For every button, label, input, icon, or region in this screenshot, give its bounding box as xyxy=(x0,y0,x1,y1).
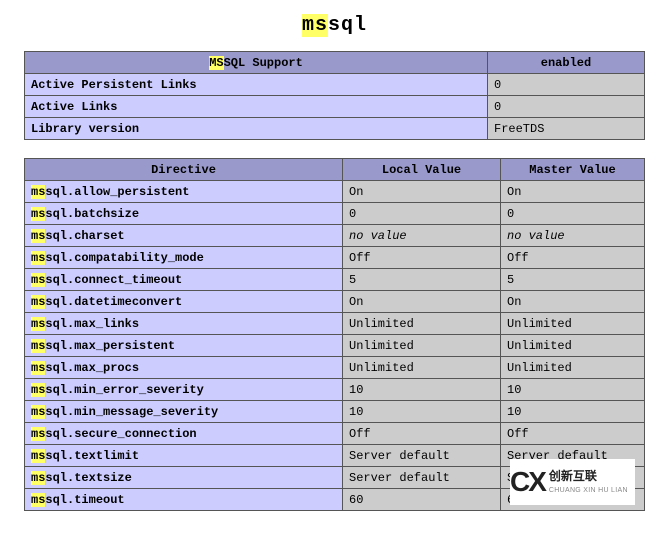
support-row-value: 0 xyxy=(488,74,645,96)
directive-master: 0 xyxy=(501,203,645,225)
directive-master: Off xyxy=(501,423,645,445)
directive-name: mssql.secure_connection xyxy=(25,423,343,445)
directive-local: 10 xyxy=(343,401,501,423)
directive-local: On xyxy=(343,291,501,313)
title-highlight: ms xyxy=(302,14,328,37)
directive-name: mssql.charset xyxy=(25,225,343,247)
logo-py: CHUANG XIN HU LIAN xyxy=(549,487,628,494)
directive-local: Off xyxy=(343,247,501,269)
directive-local: On xyxy=(343,181,501,203)
directive-local: 10 xyxy=(343,379,501,401)
directive-master: Unlimited xyxy=(501,313,645,335)
directives-header-local: Local Value xyxy=(343,159,501,181)
directive-local: 60 xyxy=(343,489,501,511)
directive-master: 5 xyxy=(501,269,645,291)
directive-local: Unlimited xyxy=(343,313,501,335)
support-row-label: Active Links xyxy=(25,96,488,118)
logo-cn: 创新互联 xyxy=(549,469,597,483)
directive-local: Unlimited xyxy=(343,335,501,357)
directive-master: Off xyxy=(501,247,645,269)
directive-master: 10 xyxy=(501,379,645,401)
directive-master: no value xyxy=(501,225,645,247)
support-row-value: 0 xyxy=(488,96,645,118)
directive-name: mssql.timeout xyxy=(25,489,343,511)
title-rest: sql xyxy=(328,14,367,37)
directive-master: 10 xyxy=(501,401,645,423)
directive-name: mssql.compatability_mode xyxy=(25,247,343,269)
directive-name: mssql.max_procs xyxy=(25,357,343,379)
logo-initials: CX xyxy=(510,468,545,496)
directive-local: 0 xyxy=(343,203,501,225)
directive-local: no value xyxy=(343,225,501,247)
directive-name: mssql.min_message_severity xyxy=(25,401,343,423)
support-row-value: FreeTDS xyxy=(488,118,645,140)
support-row-label: Active Persistent Links xyxy=(25,74,488,96)
directives-header-master: Master Value xyxy=(501,159,645,181)
directive-master: On xyxy=(501,291,645,313)
directive-name: mssql.allow_persistent xyxy=(25,181,343,203)
directive-name: mssql.textlimit xyxy=(25,445,343,467)
support-header-rest: SQL Support xyxy=(224,56,303,70)
directive-name: mssql.connect_timeout xyxy=(25,269,343,291)
directive-name: mssql.max_persistent xyxy=(25,335,343,357)
directive-name: mssql.batchsize xyxy=(25,203,343,225)
directive-master: Unlimited xyxy=(501,357,645,379)
support-header-highlight: MS xyxy=(209,56,223,70)
directive-local: Server default xyxy=(343,445,501,467)
directive-name: mssql.max_links xyxy=(25,313,343,335)
brand-logo: CX 创新互联 CHUANG XIN HU LIAN xyxy=(510,459,635,505)
directive-name: mssql.min_error_severity xyxy=(25,379,343,401)
directive-master: Unlimited xyxy=(501,335,645,357)
support-header-status: enabled xyxy=(488,52,645,74)
support-header-name: MSSQL Support xyxy=(25,52,488,74)
directive-local: 5 xyxy=(343,269,501,291)
directive-local: Unlimited xyxy=(343,357,501,379)
directive-local: Off xyxy=(343,423,501,445)
directives-header-directive: Directive xyxy=(25,159,343,181)
directive-local: Server default xyxy=(343,467,501,489)
directive-name: mssql.textsize xyxy=(25,467,343,489)
support-row-label: Library version xyxy=(25,118,488,140)
support-table: MSSQL Support enabled Active Persistent … xyxy=(24,51,645,140)
directive-name: mssql.datetimeconvert xyxy=(25,291,343,313)
directive-master: On xyxy=(501,181,645,203)
page-title: mssql xyxy=(24,14,645,37)
